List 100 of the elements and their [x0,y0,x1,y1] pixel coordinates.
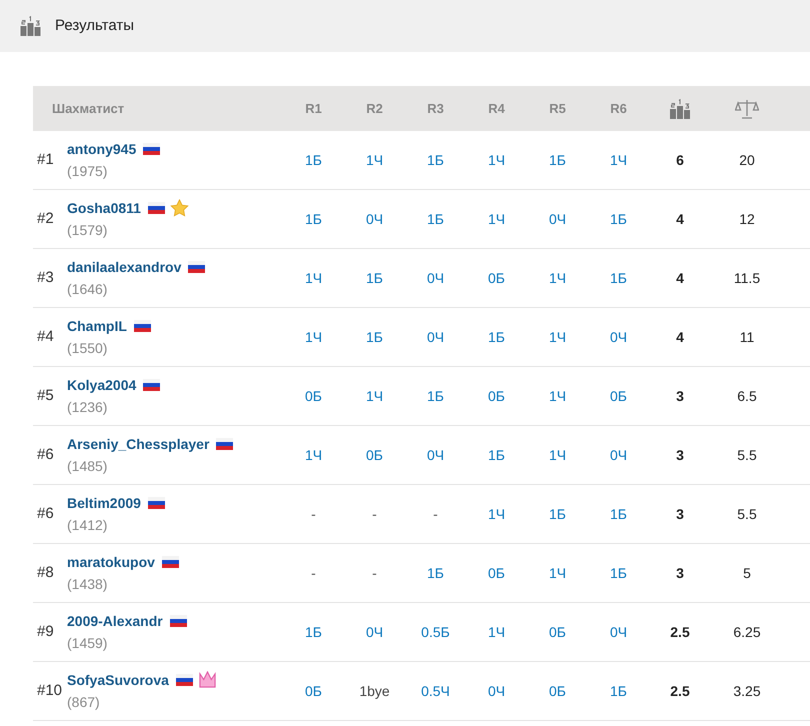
game-result-link[interactable]: 0Б [305,680,322,702]
game-result-link[interactable]: 1Б [366,268,383,288]
game-result-link[interactable]: 0.5Ч [421,680,450,702]
column-header: R5 [549,100,566,118]
russia-flag-icon [134,320,151,332]
game-result-link[interactable]: 0Б [488,386,505,406]
game-result-link[interactable]: 1Ч [304,268,322,288]
game-result-link[interactable]: 1Ч [304,444,322,466]
game-result-link[interactable]: 0Б [488,562,505,584]
player-name-link[interactable]: SofyaSuvorova [67,670,169,690]
points: 3 [676,504,684,524]
game-result-link[interactable]: 1Ч [548,386,566,406]
points: 3 [676,446,684,464]
tiebreak-score: 5 [743,564,751,582]
player-name-link[interactable]: danilaalexandrov [67,256,182,278]
game-result-link[interactable]: 1Ч [488,622,506,642]
player-name-link[interactable]: Kolya2004 [67,374,136,396]
game-result-link[interactable]: 1Ч [488,150,506,170]
game-result-link[interactable]: 0Ч [488,680,506,702]
russia-flag-icon [176,674,193,686]
game-result-link[interactable]: 1Ч [548,268,566,288]
rank: #6 [36,444,55,465]
points: 2.5 [670,682,690,700]
points: 3 [676,386,684,406]
game-result-link[interactable]: 0Ч [610,622,628,642]
russia-flag-icon [148,497,165,509]
points: 4 [676,268,684,288]
game-result-link[interactable]: 1Ч [548,326,566,348]
game-result-link[interactable]: 1Ч [488,504,506,524]
game-result-link[interactable]: 1Б [427,208,444,230]
game-result-link[interactable]: 0Б [610,386,627,406]
game-result-link[interactable]: 0Б [549,680,566,702]
rank: #5 [36,386,55,406]
points: 3 [676,564,684,582]
game-result-link[interactable]: 0Б [366,444,383,466]
game-result-link[interactable]: 1Б [610,504,627,524]
game-result-link[interactable]: 0Б [549,622,566,642]
player-rating: (1975) [67,162,108,181]
game-result-link[interactable]: 1Ч [610,150,628,170]
game-result-link[interactable]: 1Ч [548,444,566,466]
player-rating: (867) [67,692,101,712]
game-result-link[interactable]: 0Ч [610,444,628,466]
game-result-link[interactable]: 0Ч [610,326,628,348]
russia-flag-icon [216,438,234,450]
game-result-link[interactable]: 1Б [610,680,627,702]
podium-icon [19,16,42,36]
game-result-link[interactable]: 1Б [488,326,505,348]
points: 4 [676,328,684,346]
game-result-link[interactable]: 0Б [305,386,322,406]
game-result-link[interactable]: 1Ч [366,386,384,406]
game-result-link[interactable]: 0Ч [426,444,444,466]
player-name-link[interactable]: 2009-Alexandr [67,610,163,632]
game-result-link[interactable]: 1Б [549,150,566,170]
player-rating: (1459) [67,634,108,653]
game-result-link[interactable]: 1Ч [304,326,322,348]
tiebreak-score: 6.25 [733,622,761,642]
game-result-link[interactable]: 1Ч [366,150,384,170]
column-header: R4 [488,100,505,118]
game-result-link[interactable]: 1Б [305,208,322,230]
player-name-link[interactable]: Beltim2009 [67,492,141,514]
game-result-link[interactable]: 0Ч [426,326,444,348]
game-result-link[interactable]: 1Б [610,562,627,584]
round-result: - [311,504,316,524]
tiebreak-score: 20 [739,150,755,170]
player-rating: (1485) [67,456,108,476]
game-result-link[interactable]: 0Ч [426,268,444,288]
game-result-link[interactable]: 1Б [488,444,505,466]
points: 4 [676,210,684,228]
round-result: - [433,504,438,524]
rank: #3 [36,268,55,288]
player-name-link[interactable]: Gosha0811 [67,198,141,218]
game-result-link[interactable]: 1Б [610,268,627,288]
round-result: - [311,564,316,582]
tiebreak-score: 12 [739,210,755,228]
player-rating: (1579) [67,220,108,240]
game-result-link[interactable]: 1Б [427,386,444,406]
game-result-link[interactable]: 0Ч [366,622,384,642]
game-result-link[interactable]: 1Б [549,504,566,524]
game-result-link[interactable]: 1Ч [548,562,566,584]
game-result-link[interactable]: 1Ч [488,208,506,230]
tiebreak-score: 11 [740,328,754,346]
game-result-link[interactable]: 1Б [610,208,627,230]
column-header: R3 [427,100,444,118]
game-result-link[interactable]: 1Б [305,150,322,170]
russia-flag-icon [143,379,160,391]
game-result-link[interactable]: 0Ч [548,208,566,230]
game-result-link[interactable]: 1Б [305,622,322,642]
player-name-link[interactable]: antony945 [67,138,136,160]
player-name-link[interactable]: ChampIL [67,316,127,336]
game-result-link[interactable]: 0Б [488,268,505,288]
player-name-link[interactable]: maratokupov [67,552,155,572]
player-name-link[interactable]: Arseniy_Chessplayer [67,434,210,454]
game-result-link[interactable]: 1Б [427,150,444,170]
game-result-link[interactable]: 1Б [366,326,383,348]
game-result-link[interactable]: 0.5Б [421,622,450,642]
tiebreak-score: 6.5 [737,386,757,406]
rank: #8 [36,562,55,583]
page-title: Результаты [55,16,134,36]
game-result-link[interactable]: 0Ч [366,208,384,230]
game-result-link[interactable]: 1Б [427,562,444,584]
